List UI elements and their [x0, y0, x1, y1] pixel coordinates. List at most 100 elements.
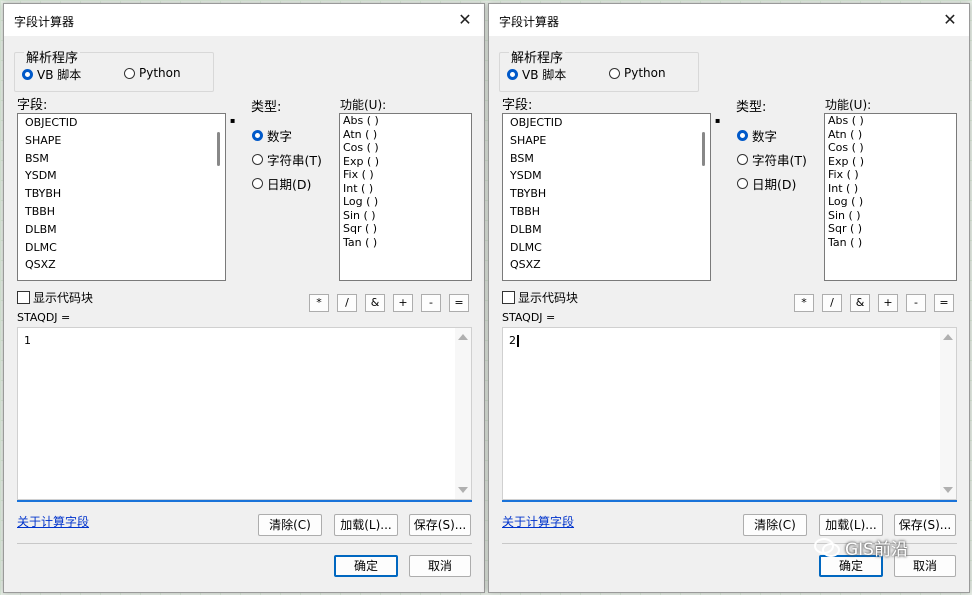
close-button[interactable]: ✕: [454, 10, 476, 30]
clear-button[interactable]: 清除(C): [743, 514, 807, 536]
show-codeblock-checkbox[interactable]: 显示代码块: [502, 289, 578, 306]
field-item[interactable]: TBBH: [18, 203, 225, 221]
save-button[interactable]: 保存(S)...: [409, 514, 471, 536]
python-radio[interactable]: Python: [124, 66, 181, 80]
function-item[interactable]: Tan ( ): [825, 236, 956, 250]
vb-radio[interactable]: VB 脚本: [507, 66, 566, 83]
function-item[interactable]: Abs ( ): [340, 114, 471, 128]
function-item[interactable]: Sin ( ): [825, 209, 956, 223]
field-item[interactable]: DLBM: [503, 221, 710, 239]
expression-scrollbar[interactable]: [940, 328, 956, 499]
close-icon: ✕: [943, 10, 957, 29]
save-button[interactable]: 保存(S)...: [894, 514, 956, 536]
field-item[interactable]: SHAPE: [503, 132, 710, 150]
operator-button[interactable]: =: [449, 294, 469, 312]
field-item[interactable]: TBYBH: [18, 185, 225, 203]
function-item[interactable]: Fix ( ): [825, 168, 956, 182]
scroll-thumb[interactable]: [217, 132, 220, 166]
scroll-up-arrow-icon[interactable]: [458, 334, 468, 340]
expression-label: STAQDJ =: [502, 311, 556, 324]
type-radio[interactable]: 数字: [252, 126, 292, 145]
vb-radio[interactable]: VB 脚本: [22, 66, 81, 83]
fields-listbox[interactable]: OBJECTID SHAPE BSM YSDM TBYBH TBBH DLBM DLMC QSX…: [17, 113, 226, 281]
function-item[interactable]: Cos ( ): [825, 141, 956, 155]
field-item[interactable]: BSM: [503, 150, 710, 168]
field-item[interactable]: TBYBH: [503, 185, 710, 203]
operator-button[interactable]: -: [906, 294, 926, 312]
field-item[interactable]: DLMC: [18, 239, 225, 257]
expression-textarea[interactable]: 1: [17, 327, 472, 500]
operator-button[interactable]: -: [421, 294, 441, 312]
separator: [17, 543, 472, 544]
function-item[interactable]: Sqr ( ): [825, 222, 956, 236]
operator-button[interactable]: +: [393, 294, 413, 312]
ok-button[interactable]: 确定: [334, 555, 398, 577]
close-button[interactable]: ✕: [939, 10, 961, 30]
function-item[interactable]: Sin ( ): [340, 209, 471, 223]
operator-button[interactable]: &: [365, 294, 385, 312]
operator-button[interactable]: /: [822, 294, 842, 312]
operator-button[interactable]: *: [309, 294, 329, 312]
function-item[interactable]: Int ( ): [340, 182, 471, 196]
field-item[interactable]: DLBM: [18, 221, 225, 239]
type-option-label: 日期(D): [752, 177, 797, 192]
type-radio[interactable]: 日期(D): [252, 174, 311, 193]
field-item[interactable]: OBJECTID: [18, 114, 225, 132]
fields-scrollbar[interactable]: [696, 114, 710, 280]
type-radio[interactable]: 字符串(T): [737, 150, 807, 169]
field-item[interactable]: BSM: [18, 150, 225, 168]
python-radio[interactable]: Python: [609, 66, 666, 80]
type-option-label: 字符串(T): [267, 153, 322, 168]
functions-listbox[interactable]: Abs ( ) Atn ( ) Cos ( ) Exp ( ) Fix ( ) Int (…: [824, 113, 957, 281]
operator-button[interactable]: =: [934, 294, 954, 312]
field-item[interactable]: YSDM: [18, 167, 225, 185]
function-item[interactable]: Exp ( ): [340, 155, 471, 169]
function-item[interactable]: Log ( ): [825, 195, 956, 209]
field-item[interactable]: OBJECTID: [503, 114, 710, 132]
cancel-button[interactable]: 取消: [409, 555, 471, 577]
operator-button[interactable]: +: [878, 294, 898, 312]
type-label: 类型:: [251, 100, 282, 115]
scroll-up-arrow-icon[interactable]: [943, 334, 953, 340]
field-item[interactable]: TBBH: [503, 203, 710, 221]
type-radio[interactable]: 数字: [737, 126, 777, 145]
function-item[interactable]: Log ( ): [340, 195, 471, 209]
scroll-down-arrow-icon[interactable]: [458, 487, 468, 493]
about-calculate-field-link[interactable]: 关于计算字段: [502, 513, 574, 530]
function-item[interactable]: Sqr ( ): [340, 222, 471, 236]
function-item[interactable]: Abs ( ): [825, 114, 956, 128]
function-item[interactable]: Exp ( ): [825, 155, 956, 169]
function-item[interactable]: Int ( ): [825, 182, 956, 196]
load-button[interactable]: 加载(L)...: [819, 514, 883, 536]
type-radio[interactable]: 日期(D): [737, 174, 796, 193]
expression-scrollbar[interactable]: [455, 328, 471, 499]
field-item[interactable]: DLMC: [503, 239, 710, 257]
about-calculate-field-link[interactable]: 关于计算字段: [17, 513, 89, 530]
scroll-thumb[interactable]: [702, 132, 705, 166]
fields-listbox[interactable]: OBJECTID SHAPE BSM YSDM TBYBH TBBH DLBM DLMC QSX…: [502, 113, 711, 281]
function-item[interactable]: Atn ( ): [340, 128, 471, 142]
function-item[interactable]: Tan ( ): [340, 236, 471, 250]
load-button[interactable]: 加载(L)...: [334, 514, 398, 536]
show-codeblock-checkbox[interactable]: 显示代码块: [17, 289, 93, 306]
function-item[interactable]: Cos ( ): [340, 141, 471, 155]
function-item[interactable]: Atn ( ): [825, 128, 956, 142]
functions-listbox[interactable]: Abs ( ) Atn ( ) Cos ( ) Exp ( ) Fix ( ) Int (…: [339, 113, 472, 281]
function-item[interactable]: Fix ( ): [340, 168, 471, 182]
operator-button[interactable]: &: [850, 294, 870, 312]
close-icon: ✕: [458, 10, 472, 29]
field-item[interactable]: QSXZ: [503, 256, 710, 274]
operator-button[interactable]: *: [794, 294, 814, 312]
radio-dot: [252, 178, 263, 189]
expression-textarea[interactable]: 2: [502, 327, 957, 500]
field-item[interactable]: QSXZ: [18, 256, 225, 274]
field-item[interactable]: YSDM: [503, 167, 710, 185]
scroll-down-arrow-icon[interactable]: [943, 487, 953, 493]
clear-button[interactable]: 清除(C): [258, 514, 322, 536]
operator-button[interactable]: /: [337, 294, 357, 312]
text-caret: [517, 335, 519, 347]
checkbox-label: 显示代码块: [33, 291, 94, 305]
type-radio[interactable]: 字符串(T): [252, 150, 322, 169]
fields-scrollbar[interactable]: [211, 114, 225, 280]
field-item[interactable]: SHAPE: [18, 132, 225, 150]
